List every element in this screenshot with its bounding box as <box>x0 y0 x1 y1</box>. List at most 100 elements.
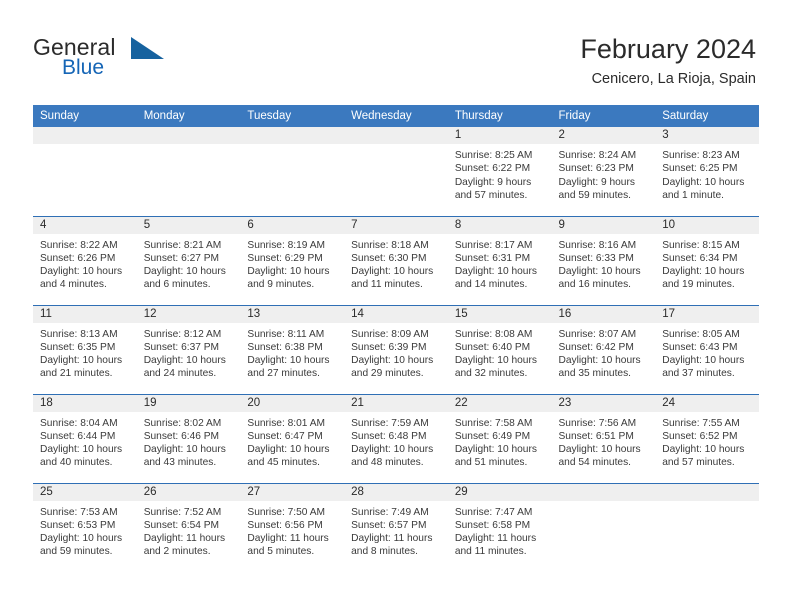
calendar-day-cell[interactable]: 15 Sunrise: 8:08 AM Sunset: 6:40 PM Dayligh… <box>447 304 552 394</box>
calendar-day-cell[interactable]: 10 Sunrise: 8:15 AM Sunset: 6:34 PM Dayligh… <box>655 215 759 305</box>
day-number: 13 <box>240 305 345 323</box>
calendar-week-row: 11 Sunrise: 8:13 AM Sunset: 6:35 PM Dayligh… <box>33 304 759 394</box>
calendar-day-cell-empty <box>344 127 448 216</box>
day-sunset-text: Sunset: 6:49 PM <box>454 430 531 442</box>
day-sun-info: Sunrise: 8:09 AM Sunset: 6:39 PM Daylight:… <box>344 323 448 381</box>
weekday-header-saturday: Saturday <box>655 105 759 127</box>
day-daylight-2-text: and 16 minutes. <box>558 279 632 291</box>
day-daylight-2-text: and 1 minute. <box>662 189 724 201</box>
day-daylight-2-text: and 51 minutes. <box>454 457 528 469</box>
calendar-day-cell[interactable]: 24 Sunrise: 7:55 AM Sunset: 6:52 PM Dayligh… <box>655 393 759 483</box>
calendar-day-cell[interactable]: 14 Sunrise: 8:09 AM Sunset: 6:39 PM Dayligh… <box>344 304 448 394</box>
day-number: 23 <box>551 394 656 412</box>
calendar-day-cell[interactable]: 28 Sunrise: 7:49 AM Sunset: 6:57 PM Dayligh… <box>344 482 448 572</box>
brand-name-blue: Blue <box>62 56 105 79</box>
day-sunrise-text: Sunrise: 7:47 AM <box>454 506 533 518</box>
day-sunset-text: Sunset: 6:47 PM <box>247 430 323 442</box>
calendar-day-cell[interactable]: 5 Sunrise: 8:21 AM Sunset: 6:27 PM Daylight… <box>136 215 241 305</box>
day-sun-info: Sunrise: 8:15 AM Sunset: 6:34 PM Daylight:… <box>655 234 759 292</box>
calendar-day-cell[interactable]: 16 Sunrise: 8:07 AM Sunset: 6:42 PM Dayligh… <box>551 304 656 394</box>
calendar-day-cell[interactable]: 21 Sunrise: 7:59 AM Sunset: 6:48 PM Dayligh… <box>344 393 448 483</box>
calendar-day-cell[interactable]: 6 Sunrise: 8:19 AM Sunset: 6:29 PM Daylight… <box>240 215 345 305</box>
calendar-day-cell[interactable]: 19 Sunrise: 8:02 AM Sunset: 6:46 PM Dayligh… <box>136 393 241 483</box>
day-daylight-2-text: and 9 minutes. <box>247 279 315 291</box>
day-sunset-text: Sunset: 6:57 PM <box>351 519 427 531</box>
day-sunrise-text: Sunrise: 7:56 AM <box>558 417 637 429</box>
day-daylight-1-text: Daylight: 10 hours <box>662 266 745 278</box>
day-sunrise-text: Sunrise: 8:07 AM <box>558 328 637 340</box>
day-daylight-1-text: Daylight: 10 hours <box>40 266 123 278</box>
calendar-day-cell[interactable]: 23 Sunrise: 7:56 AM Sunset: 6:51 PM Dayligh… <box>551 393 656 483</box>
day-sun-info: Sunrise: 8:01 AM Sunset: 6:47 PM Daylight:… <box>240 412 344 470</box>
day-number: 6 <box>240 216 345 234</box>
day-sunset-text: Sunset: 6:26 PM <box>40 252 116 264</box>
day-sunrise-text: Sunrise: 8:22 AM <box>40 239 118 251</box>
day-sun-info: Sunrise: 8:16 AM Sunset: 6:33 PM Daylight:… <box>552 234 656 292</box>
weekday-header-row: Sunday Monday Tuesday Wednesday Thursday… <box>33 105 759 127</box>
calendar-day-cell[interactable]: 18 Sunrise: 8:04 AM Sunset: 6:44 PM Dayligh… <box>33 393 137 483</box>
day-daylight-2-text: and 32 minutes. <box>454 368 528 380</box>
day-number: 25 <box>33 483 137 501</box>
calendar-day-cell[interactable]: 2 Sunrise: 8:24 AM Sunset: 6:23 PM Daylight… <box>551 127 656 216</box>
calendar-day-cell[interactable]: 22 Sunrise: 7:58 AM Sunset: 6:49 PM Dayligh… <box>447 393 552 483</box>
day-sunset-text: Sunset: 6:37 PM <box>143 341 220 353</box>
calendar-day-cell[interactable]: 3 Sunrise: 8:23 AM Sunset: 6:25 PM Daylight… <box>655 127 759 216</box>
day-sun-info: Sunrise: 8:24 AM Sunset: 6:23 PM Daylight:… <box>552 144 656 202</box>
day-daylight-1-text: Daylight: 10 hours <box>247 444 330 456</box>
day-daylight-2-text: and 19 minutes. <box>662 279 735 291</box>
weekday-header-friday: Friday <box>551 105 656 127</box>
day-number <box>240 127 345 144</box>
day-sunset-text: Sunset: 6:35 PM <box>40 341 116 353</box>
calendar-day-cell[interactable]: 17 Sunrise: 8:05 AM Sunset: 6:43 PM Dayligh… <box>655 304 759 394</box>
day-daylight-1-text: Daylight: 10 hours <box>40 355 123 367</box>
day-daylight-2-text: and 35 minutes. <box>558 368 632 380</box>
calendar-day-cell[interactable]: 13 Sunrise: 8:11 AM Sunset: 6:38 PM Dayligh… <box>240 304 345 394</box>
day-number: 29 <box>447 483 552 501</box>
day-sunset-text: Sunset: 6:30 PM <box>351 252 427 264</box>
day-sunset-text: Sunset: 6:31 PM <box>454 252 531 264</box>
page-title: February 2024 <box>580 34 756 64</box>
day-sunset-text: Sunset: 6:23 PM <box>558 163 634 175</box>
day-daylight-1-text: Daylight: 10 hours <box>40 533 123 545</box>
day-daylight-2-text: and 4 minutes. <box>40 279 107 291</box>
day-sunset-text: Sunset: 6:33 PM <box>558 252 634 264</box>
calendar-day-cell[interactable]: 4 Sunrise: 8:22 AM Sunset: 6:26 PM Daylight… <box>33 215 137 305</box>
day-daylight-1-text: Daylight: 10 hours <box>454 444 537 456</box>
day-sunrise-text: Sunrise: 8:02 AM <box>143 417 222 429</box>
day-sun-info: Sunrise: 8:04 AM Sunset: 6:44 PM Daylight:… <box>33 412 137 470</box>
brand-logo[interactable]: General Blue <box>33 36 283 86</box>
day-sun-info: Sunrise: 8:23 AM Sunset: 6:25 PM Daylight:… <box>655 144 759 202</box>
calendar-day-cell[interactable]: 9 Sunrise: 8:16 AM Sunset: 6:33 PM Daylight… <box>551 215 656 305</box>
calendar-day-cell[interactable]: 25 Sunrise: 7:53 AM Sunset: 6:53 PM Dayligh… <box>33 482 137 572</box>
calendar-day-cell-empty <box>136 127 241 216</box>
day-number: 19 <box>136 394 241 412</box>
day-daylight-1-text: Daylight: 11 hours <box>143 533 226 545</box>
calendar-week-row: 4 Sunrise: 8:22 AM Sunset: 6:26 PM Daylight… <box>33 215 759 305</box>
day-daylight-1-text: Daylight: 11 hours <box>351 533 433 545</box>
day-sunset-text: Sunset: 6:48 PM <box>351 430 427 442</box>
weekday-header-thursday: Thursday <box>447 105 552 127</box>
calendar-day-cell[interactable]: 29 Sunrise: 7:47 AM Sunset: 6:58 PM Dayligh… <box>447 482 552 572</box>
day-sunset-text: Sunset: 6:44 PM <box>40 430 116 442</box>
day-number: 8 <box>447 216 552 234</box>
calendar-day-cell[interactable]: 20 Sunrise: 8:01 AM Sunset: 6:47 PM Dayligh… <box>240 393 345 483</box>
calendar-day-cell[interactable]: 12 Sunrise: 8:12 AM Sunset: 6:37 PM Dayligh… <box>136 304 241 394</box>
calendar-day-cell[interactable]: 1 Sunrise: 8:25 AM Sunset: 6:22 PM Daylight… <box>447 127 552 216</box>
calendar-day-cell[interactable]: 11 Sunrise: 8:13 AM Sunset: 6:35 PM Dayligh… <box>33 304 137 394</box>
calendar-day-cell[interactable]: 26 Sunrise: 7:52 AM Sunset: 6:54 PM Dayligh… <box>136 482 241 572</box>
day-number: 14 <box>344 305 448 323</box>
calendar-table: Sunday Monday Tuesday Wednesday Thursday… <box>33 105 759 572</box>
calendar-week-row: 25 Sunrise: 7:53 AM Sunset: 6:53 PM Dayligh… <box>33 482 759 572</box>
day-sunset-text: Sunset: 6:56 PM <box>247 519 323 531</box>
calendar-week-row: 1 Sunrise: 8:25 AM Sunset: 6:22 PM Daylight… <box>33 127 759 216</box>
calendar-day-cell[interactable]: 27 Sunrise: 7:50 AM Sunset: 6:56 PM Dayligh… <box>240 482 345 572</box>
day-number: 17 <box>655 305 759 323</box>
weekday-header-wednesday: Wednesday <box>344 105 448 127</box>
calendar-day-cell-empty <box>33 127 137 216</box>
day-sunset-text: Sunset: 6:42 PM <box>558 341 634 353</box>
day-number <box>344 127 448 144</box>
day-sun-info: Sunrise: 8:13 AM Sunset: 6:35 PM Daylight:… <box>33 323 137 381</box>
day-sun-info: Sunrise: 7:55 AM Sunset: 6:52 PM Daylight:… <box>655 412 759 470</box>
calendar-day-cell[interactable]: 7 Sunrise: 8:18 AM Sunset: 6:30 PM Daylight… <box>344 215 448 305</box>
calendar-day-cell[interactable]: 8 Sunrise: 8:17 AM Sunset: 6:31 PM Daylight… <box>447 215 552 305</box>
